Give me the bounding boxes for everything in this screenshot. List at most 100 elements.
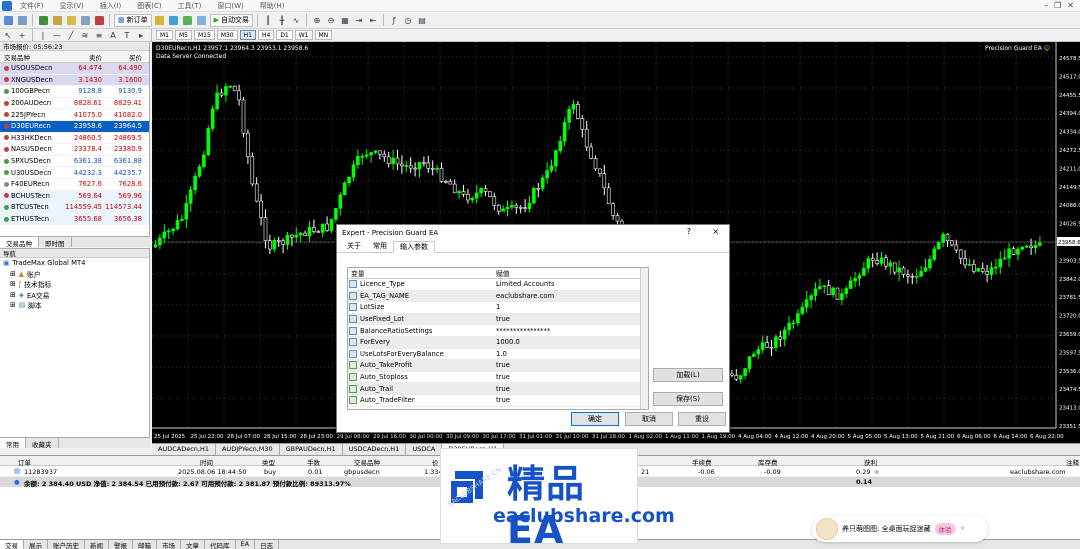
market-row[interactable]: XNGUSDecn 3.1430 3.1600: [0, 74, 149, 87]
nav-indicators[interactable]: ⊞ ƒ 技术指标: [0, 279, 149, 290]
cancel-button[interactable]: 取消: [625, 412, 673, 426]
crosshair-icon[interactable]: +: [16, 29, 28, 41]
indicators-icon[interactable]: ƒ: [388, 14, 400, 26]
close-icon[interactable]: ✕: [1067, 1, 1074, 10]
param-value[interactable]: true: [493, 373, 510, 381]
param-value[interactable]: 1000.0: [493, 338, 520, 346]
vps-icon[interactable]: [196, 14, 208, 26]
text-icon[interactable]: A: [107, 29, 119, 41]
param-row[interactable]: Licence_Type Limited Accounts: [348, 279, 648, 291]
param-value[interactable]: true: [493, 385, 510, 393]
minimize-icon[interactable]: –: [1044, 1, 1048, 10]
channel-icon[interactable]: ≋: [79, 29, 91, 41]
param-row[interactable]: Auto_TradeFilter true: [348, 395, 648, 407]
menu-window[interactable]: 窗口(W): [209, 1, 251, 11]
data-window-icon[interactable]: [51, 14, 63, 26]
market-row[interactable]: BTCUSTecn 114559.45 114573.44: [0, 202, 149, 214]
expand-icon[interactable]: ⊞: [10, 301, 16, 309]
terminal-tab[interactable]: 日志: [255, 540, 280, 549]
vertical-line-icon[interactable]: |: [37, 29, 49, 41]
param-row[interactable]: UseLotsForEveryBalance 1.0: [348, 349, 648, 361]
timeframe-h4[interactable]: H4: [257, 30, 275, 40]
label-icon[interactable]: T: [121, 29, 133, 41]
close-icon[interactable]: ×: [712, 227, 719, 236]
tab-favorites[interactable]: 收藏夹: [26, 438, 59, 449]
terminal-icon[interactable]: [79, 14, 91, 26]
templates-icon[interactable]: ▤: [416, 14, 428, 26]
menu-tools[interactable]: 工具(T): [170, 1, 210, 11]
col-symbol[interactable]: 交易品种: [0, 51, 62, 62]
trendline-icon[interactable]: ╱: [65, 29, 77, 41]
terminal-tab[interactable]: 邮箱: [133, 540, 157, 549]
param-row[interactable]: ForEvery 1000.0: [348, 336, 648, 349]
help-icon[interactable]: ?: [687, 227, 691, 236]
param-row[interactable]: UseFixed_Lot true: [348, 313, 648, 326]
tab-tick-chart[interactable]: 即时图: [39, 237, 72, 248]
menu-insert[interactable]: 插入(I): [92, 1, 130, 11]
market-row[interactable]: NASUSDecn 23378.4 23380.9: [0, 144, 149, 156]
timeframe-mn[interactable]: MN: [314, 30, 333, 40]
horizontal-line-icon[interactable]: —: [51, 29, 63, 41]
param-row[interactable]: Auto_TakeProfit true: [348, 360, 648, 372]
pet-notification[interactable]: 养只萌图图: 全桌面玩捉迷藏 体验 ✕: [812, 516, 988, 542]
market-row[interactable]: BCHUSTecn 569.64 569.96: [0, 190, 149, 203]
market-row[interactable]: 100GBPecn 9128.8 9130.9: [0, 86, 149, 98]
expand-icon[interactable]: ⊞: [10, 270, 16, 278]
chart-shift-icon[interactable]: ⇤: [367, 14, 379, 26]
timeframe-m5[interactable]: M5: [175, 30, 192, 40]
menu-charts[interactable]: 图表(C): [129, 1, 169, 11]
timeframe-m15[interactable]: M15: [194, 30, 215, 40]
market-row[interactable]: H33HKDecn 24860.5 24869.5: [0, 133, 149, 145]
col-value[interactable]: 赋值: [493, 268, 510, 278]
save-button[interactable]: 保存(S): [653, 392, 723, 406]
zoom-out-icon[interactable]: ⊖: [325, 14, 337, 26]
tester-icon[interactable]: [93, 14, 105, 26]
ok-button[interactable]: 确定: [571, 412, 619, 426]
param-value[interactable]: Limited Accounts: [493, 280, 555, 288]
fibonacci-icon[interactable]: ≡: [93, 29, 105, 41]
param-value[interactable]: 1: [493, 303, 500, 311]
terminal-tab[interactable]: 市场: [157, 540, 181, 549]
zoom-in-icon[interactable]: ⊕: [311, 14, 323, 26]
terminal-tab[interactable]: 文章: [181, 540, 205, 549]
close-trade-icon[interactable]: ⊗: [874, 468, 879, 476]
market-row[interactable]: 225JPYecn 41075.0 41082.0: [0, 109, 149, 121]
nav-accounts[interactable]: ⊞ ▲ 账户: [0, 269, 149, 280]
tab-inputs[interactable]: 输入参数: [393, 241, 435, 253]
param-value[interactable]: true: [493, 396, 510, 404]
tile-windows-icon[interactable]: ▦: [339, 14, 351, 26]
chart-tab[interactable]: GBPAUDecn,H1: [280, 444, 343, 455]
timeframe-m30[interactable]: M30: [216, 30, 238, 40]
arrows-icon[interactable]: ▸: [135, 29, 147, 41]
param-value[interactable]: ****************: [493, 327, 550, 335]
restore-icon[interactable]: ❐: [1054, 1, 1061, 10]
nav-scripts[interactable]: ⊞ ▤ 脚本: [0, 300, 149, 311]
menu-file[interactable]: 文件(F): [12, 1, 52, 11]
navigator-icon[interactable]: [65, 14, 77, 26]
menu-help[interactable]: 帮助(H): [252, 1, 293, 11]
market-row[interactable]: U30USDecn 44232.3 44235.7: [0, 167, 149, 179]
market-row[interactable]: F40EURecn 7627.6 7628.6: [0, 179, 149, 191]
timeframe-w1[interactable]: W1: [294, 30, 313, 40]
tab-common[interactable]: 常用: [367, 240, 393, 252]
terminal-tab[interactable]: 交易: [0, 540, 24, 549]
param-value[interactable]: 1.0: [493, 350, 507, 358]
bar-chart-icon[interactable]: ┃: [262, 14, 274, 26]
auto-scroll-icon[interactable]: ⇥: [353, 14, 365, 26]
terminal-tab[interactable]: 新闻: [85, 540, 109, 549]
options-icon[interactable]: [168, 14, 180, 26]
expand-icon[interactable]: ⊞: [10, 291, 16, 299]
periods-icon[interactable]: ◷: [402, 14, 414, 26]
tab-symbols[interactable]: 交易品种: [0, 237, 39, 248]
new-chart-icon[interactable]: [2, 14, 14, 26]
reset-button[interactable]: 重设: [678, 412, 726, 426]
param-row[interactable]: BalanceRatioSettings ****************: [348, 325, 648, 337]
terminal-tab[interactable]: 账户历史: [48, 540, 85, 549]
signals-icon[interactable]: [182, 14, 194, 26]
load-button[interactable]: 加载(L): [653, 368, 723, 382]
expand-icon[interactable]: ⊞: [10, 280, 16, 288]
param-row[interactable]: Auto_Trail true: [348, 383, 648, 395]
terminal-tab[interactable]: 代码库: [205, 540, 236, 549]
param-row[interactable]: EA_TAG_NAME eaclubshare.com: [348, 290, 648, 303]
terminal-tab[interactable]: 警报: [109, 540, 133, 549]
